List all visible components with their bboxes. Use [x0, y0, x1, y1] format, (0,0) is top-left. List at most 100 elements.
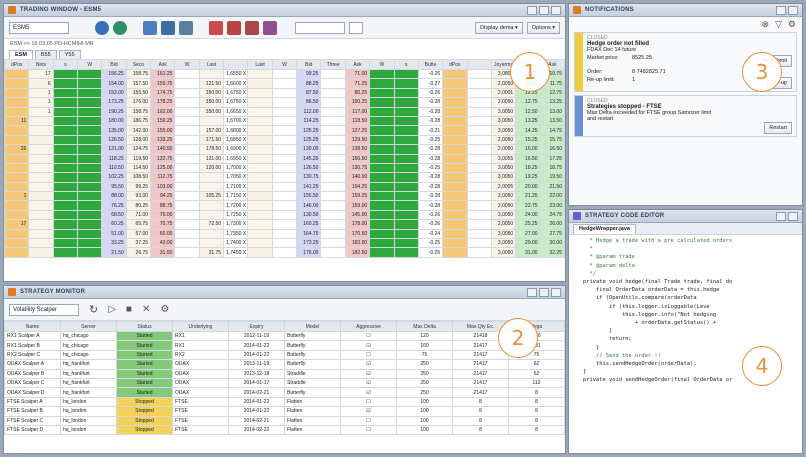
options-button[interactable]: Options ▾ [526, 21, 560, 34]
strategy-cell[interactable]: 8 [508, 396, 565, 408]
ladder-cell[interactable] [369, 219, 395, 230]
strategy-cell[interactable]: 2014-01-22 [228, 340, 285, 351]
close-icon[interactable] [788, 211, 798, 221]
ladder-cell[interactable] [393, 87, 419, 99]
ladder-cell[interactable] [4, 106, 30, 117]
ladder-row[interactable]: 6 154.00 157.50 159.75 121.50 1,6600 X 88.25 71… [4, 78, 565, 89]
ladder-col-header[interactable]: Last [198, 59, 225, 70]
strategy-cell[interactable]: ☑ [340, 406, 397, 417]
strategy-cell[interactable]: hq_london [60, 424, 117, 436]
ladder-cell[interactable]: 1,7450 X [223, 247, 249, 258]
ladder-cell[interactable] [4, 162, 30, 174]
ladder-cell[interactable]: -0.28 [417, 115, 444, 127]
ladder-cell[interactable]: 2,0050 [490, 134, 517, 146]
ladder-cell[interactable]: 2,0050 [490, 97, 517, 108]
strategy-cell[interactable]: ODAX [172, 377, 229, 389]
ladder-cell[interactable]: 161.25 [150, 68, 176, 80]
ladder-cell[interactable]: 160.25 [296, 219, 322, 230]
ladder-cell[interactable] [28, 247, 54, 258]
strategy-cell[interactable]: 8 [452, 396, 509, 408]
ladder-cell[interactable] [442, 153, 468, 164]
ladder-cell[interactable] [247, 125, 273, 136]
ladder-row[interactable]: 17 60.25 65.75 70.75 72.50 1,7300 X 160.25 178.… [4, 219, 565, 230]
ladder-cell[interactable]: 13.25 [515, 115, 541, 127]
ladder-cell[interactable] [174, 191, 200, 202]
ladder-cell[interactable] [174, 68, 200, 80]
ladder-cell[interactable]: 71.00 [125, 209, 152, 221]
ladder-cell[interactable] [198, 238, 225, 249]
ladder-cell[interactable] [174, 219, 200, 230]
ladder-cell[interactable]: 350.00 [198, 97, 225, 108]
ladder-cell[interactable] [442, 125, 468, 136]
ladder-cell[interactable] [4, 78, 30, 89]
ladder-cell[interactable] [271, 144, 298, 155]
ladder-row[interactable]: 1 173.25 176.00 178.25 350.00 1,6750 X 86.50 10… [4, 97, 565, 108]
ladder-cell[interactable] [320, 181, 346, 193]
ladder-cell[interactable] [393, 106, 419, 117]
ladder-cell[interactable] [247, 181, 273, 193]
ladder-cell[interactable] [466, 153, 492, 164]
ladder-cell[interactable] [271, 78, 298, 89]
ladder-col-header[interactable]: W [271, 59, 298, 70]
strategy-cell[interactable]: 8 [452, 424, 509, 436]
ladder-cell[interactable] [271, 219, 298, 230]
ladder-cell[interactable]: 23.00 [539, 200, 565, 211]
ladder-cell[interactable] [369, 106, 395, 117]
refresh-icon[interactable]: ↻ [89, 303, 98, 316]
ladder-cell[interactable]: 112.00 [296, 106, 322, 117]
ladder-cell[interactable]: 118.50 [344, 115, 371, 127]
ladder-cell[interactable] [320, 209, 346, 221]
ladder-cell[interactable]: 133.25 [150, 134, 176, 146]
ladder-cell[interactable]: 19.25 [515, 172, 541, 183]
ladder-cell[interactable]: 1,7050 X [223, 172, 249, 183]
strategy-cell[interactable]: hq_chicago [60, 340, 117, 351]
ladder-cell[interactable]: 121.00 [198, 153, 225, 164]
ladder-cell[interactable] [77, 200, 103, 211]
strategy-cell[interactable]: FTSE [172, 406, 229, 417]
status-badge[interactable]: Started [116, 330, 173, 342]
strategy-cell[interactable]: hq_chicago [60, 349, 117, 361]
ladder-cell[interactable]: 153.00 [101, 87, 127, 99]
ladder-col-header[interactable]: Bid [101, 59, 127, 70]
ladder-cell[interactable] [77, 87, 103, 99]
ladder-cell[interactable]: -0.25 [417, 162, 444, 174]
ladder-cell[interactable] [271, 209, 298, 221]
strategy-cell[interactable]: RX2 [172, 349, 229, 361]
ladder-cell[interactable] [77, 134, 103, 146]
ladder-col-header[interactable]: s [393, 59, 419, 70]
ladder-cell[interactable]: 186.75 [125, 115, 152, 127]
ladder-cell[interactable]: 17 [4, 219, 30, 230]
ladder-cell[interactable] [466, 87, 492, 99]
ladder-cell[interactable]: 1,7000 X [223, 162, 249, 174]
tab-hedgewrapper[interactable]: HedgeWrapper.java [573, 224, 636, 234]
settings-icon[interactable]: ⚙ [160, 304, 169, 315]
ladder-cell[interactable] [4, 87, 30, 99]
ladder-cell[interactable] [77, 247, 103, 258]
ladder-cell[interactable] [466, 200, 492, 211]
ladder-col-header[interactable]: Ask [344, 59, 371, 70]
ladder-cell[interactable]: 31.00 [515, 247, 541, 258]
ladder-cell[interactable]: 3,0050 [490, 228, 517, 240]
strategy-cell[interactable]: 21417 [452, 359, 509, 370]
ladder-cell[interactable] [369, 153, 395, 164]
ladder-cell[interactable] [271, 181, 298, 193]
strategy-cell[interactable]: ☐ [340, 424, 397, 436]
ladder-cell[interactable]: 121.00 [101, 144, 127, 155]
ladder-cell[interactable]: 178.50 [198, 144, 225, 155]
strategy-cell[interactable]: hq_frankfurt [60, 359, 117, 370]
ladder-cell[interactable] [4, 134, 30, 146]
ladder-cell[interactable] [393, 153, 419, 164]
ladder-row[interactable]: 26 121.00 124.75 140.50 178.50 1,6900 X 130.00… [4, 144, 565, 155]
ladder-cell[interactable]: 117.00 [344, 106, 371, 117]
ladder-cell[interactable]: 108.50 [125, 172, 152, 183]
ladder-cell[interactable] [77, 115, 103, 127]
ladder-cell[interactable]: 3,0050 [490, 172, 517, 183]
strategy-cell[interactable]: ☑ [340, 359, 397, 370]
ladder-cell[interactable] [271, 87, 298, 99]
ladder-cell[interactable] [369, 191, 395, 202]
strategy-cell[interactable]: Butterfly [284, 340, 341, 351]
ladder-cell[interactable] [174, 134, 200, 146]
ladder-cell[interactable]: 3,0050 [490, 106, 517, 117]
ladder-cell[interactable] [198, 172, 225, 183]
ladder-cell[interactable]: 21.25 [515, 191, 541, 202]
